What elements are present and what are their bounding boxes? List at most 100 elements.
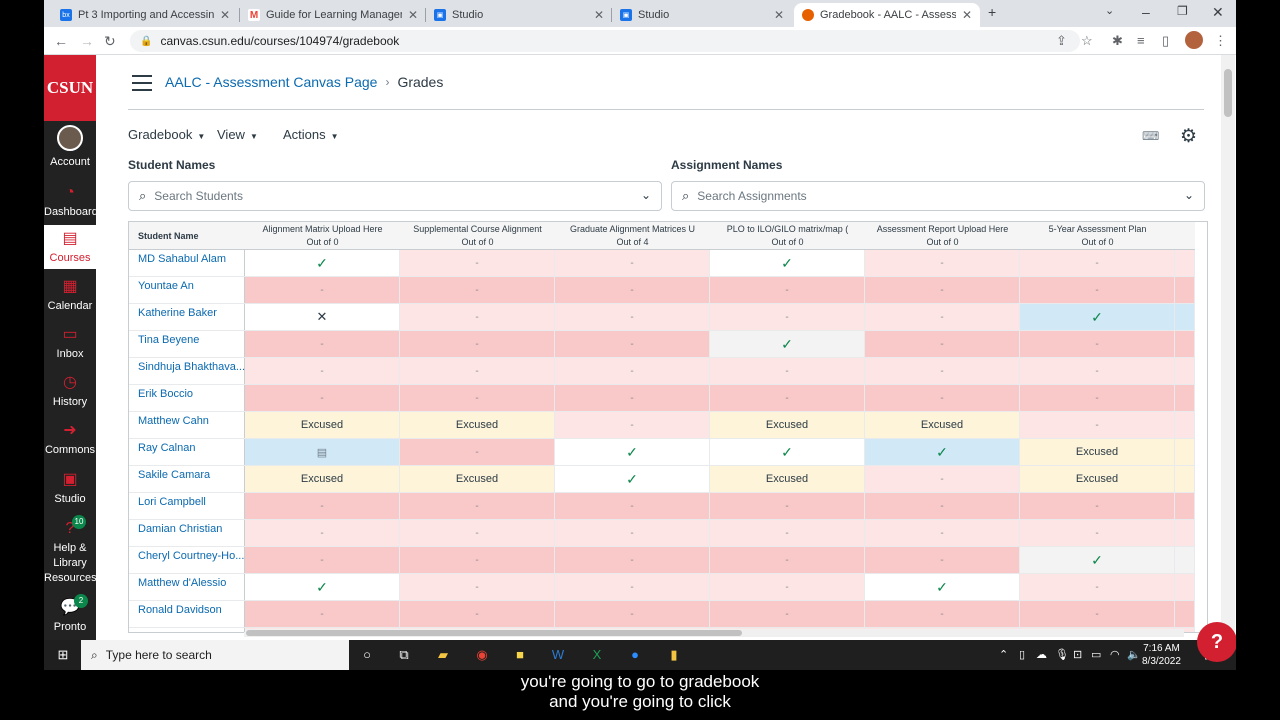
grade-cell[interactable]: - [865, 466, 1020, 493]
help-button[interactable]: ? [1197, 622, 1236, 662]
student-name-link[interactable]: Matthew d'Alessio [129, 574, 245, 601]
grade-cell[interactable]: - [245, 358, 400, 385]
browser-tab-2[interactable]: MGuide for Learning Management✕ [240, 3, 426, 27]
grade-cell[interactable]: - [555, 331, 710, 358]
nav-account[interactable]: Account [44, 125, 96, 171]
taskbar-search-input[interactable]: ⌕ Type here to search [81, 640, 349, 670]
profile-avatar[interactable] [1185, 31, 1203, 49]
grade-cell[interactable]: - [1020, 277, 1175, 304]
grade-cell[interactable]: Excused [400, 412, 555, 439]
nav-help[interactable]: ? Help & Library Resources 10 [44, 515, 97, 591]
close-window-icon[interactable]: ✕ [1212, 4, 1224, 21]
sidepanel-icon[interactable]: ▯ [1162, 33, 1169, 49]
grade-cell[interactable]: ✓ [710, 331, 865, 358]
grade-cell[interactable]: - [555, 601, 710, 628]
word-icon[interactable]: W [549, 646, 567, 664]
nav-calendar[interactable]: ▦ Calendar [44, 277, 96, 317]
grade-cell[interactable]: - [710, 574, 865, 601]
grade-cell[interactable]: - [400, 574, 555, 601]
grade-cell[interactable]: - [1020, 358, 1175, 385]
grade-cell[interactable]: - [400, 277, 555, 304]
grade-cell[interactable]: - [865, 304, 1020, 331]
zoom-icon[interactable]: ● [626, 646, 644, 664]
keyboard-shortcuts-icon[interactable]: ⌨ [1142, 129, 1159, 143]
browser-tab-5[interactable]: Gradebook - AALC - Assessment✕ [794, 3, 980, 27]
student-name-link[interactable]: Damian Christian [129, 520, 245, 547]
grade-cell[interactable]: - [865, 601, 1020, 628]
grade-cell[interactable]: - [555, 277, 710, 304]
chrome-icon[interactable]: ◉ [473, 646, 491, 664]
app-icon[interactable]: ▮ [665, 646, 683, 664]
student-name-link[interactable]: Ray Calnan [129, 439, 245, 466]
grade-cell[interactable]: - [555, 412, 710, 439]
grade-cell[interactable]: - [400, 439, 555, 466]
browser-tab-1[interactable]: bxPt 3 Importing and Accessing ILO✕ [52, 3, 238, 27]
grade-cell[interactable]: - [1020, 493, 1175, 520]
student-name-link[interactable]: MD Sahabul Alam [129, 250, 245, 277]
grade-cell[interactable]: Excused [1020, 439, 1175, 466]
grade-cell[interactable]: - [555, 520, 710, 547]
windows-start-icon[interactable]: ⊞ [54, 646, 72, 664]
grade-cell[interactable]: - [710, 385, 865, 412]
grade-cell[interactable]: - [865, 250, 1020, 277]
grade-cell[interactable]: - [865, 358, 1020, 385]
horizontal-scrollbar[interactable] [244, 629, 1184, 637]
grade-cell[interactable]: - [400, 250, 555, 277]
tab-search-icon[interactable]: ⌄ [1105, 4, 1114, 17]
grade-cell[interactable]: - [400, 358, 555, 385]
gradebook-menu[interactable]: Gradebook ▼ [128, 127, 205, 142]
file-explorer-icon[interactable]: ▰ [434, 646, 452, 664]
hamburger-menu-icon[interactable] [132, 75, 152, 96]
restore-icon[interactable]: ❐ [1177, 4, 1188, 18]
grade-cell[interactable]: Excused [245, 466, 400, 493]
grade-cell[interactable]: - [1020, 331, 1175, 358]
grade-cell[interactable]: ✓ [245, 250, 400, 277]
student-name-link[interactable]: Lori Campbell [129, 493, 245, 520]
sticky-notes-icon[interactable]: ■ [511, 646, 529, 664]
student-name-link[interactable]: Jennifer De Maio [129, 628, 245, 632]
assignment-header[interactable]: Alignment Matrix Upload Here Out of 0 [245, 222, 400, 250]
grade-cell[interactable]: - [1020, 520, 1175, 547]
share-icon[interactable]: ⇪ [1056, 33, 1067, 49]
grade-cell[interactable]: ✓ [1020, 304, 1175, 331]
browser-tab-4[interactable]: ▣ Studio ✕ [612, 3, 792, 27]
grade-cell[interactable]: - [245, 385, 400, 412]
tray-chevron-icon[interactable]: ⌃ [999, 648, 1008, 661]
grade-cell[interactable]: - [710, 601, 865, 628]
close-tab-icon[interactable]: ✕ [774, 8, 784, 22]
grade-cell[interactable]: - [865, 331, 1020, 358]
grade-cell[interactable]: Excused [400, 466, 555, 493]
grade-cell[interactable]: - [555, 304, 710, 331]
search-students-input[interactable]: ⌕ Search Students ⌄ [128, 181, 662, 211]
grade-cell[interactable]: ✕ [245, 304, 400, 331]
grade-cell[interactable]: - [1020, 412, 1175, 439]
assignment-header[interactable]: PLO to ILO/GILO matrix/map (Out of 0 [710, 222, 865, 250]
grade-cell[interactable]: Excused [245, 412, 400, 439]
grade-cell[interactable]: Excused [865, 412, 1020, 439]
grade-cell[interactable]: - [400, 547, 555, 574]
search-assignments-input[interactable]: ⌕ Search Assignments ⌄ [671, 181, 1205, 211]
grade-cell[interactable]: - [865, 547, 1020, 574]
csun-logo[interactable]: CSUN [44, 55, 96, 121]
reload-icon[interactable]: ↻ [104, 33, 116, 50]
nav-commons[interactable]: ➜ Commons [44, 421, 96, 461]
grade-cell[interactable]: - [865, 493, 1020, 520]
grade-cell[interactable]: - [1020, 601, 1175, 628]
grade-cell[interactable]: - [245, 331, 400, 358]
nav-courses[interactable]: ▤ Courses [44, 225, 96, 269]
vertical-scrollbar[interactable] [1221, 55, 1235, 640]
grade-cell[interactable]: - [710, 493, 865, 520]
grade-cell[interactable]: Excused [710, 466, 865, 493]
close-tab-icon[interactable]: ✕ [594, 8, 604, 22]
nav-dashboard[interactable]: ◔ Dashboard [44, 183, 98, 223]
grade-cell[interactable]: - [400, 493, 555, 520]
grade-cell[interactable]: - [400, 304, 555, 331]
nav-history[interactable]: ◷ History [44, 373, 96, 413]
grade-cell[interactable]: ✓ [555, 466, 710, 493]
student-name-link[interactable]: Cheryl Courtney-Ho... [129, 547, 245, 574]
grade-cell[interactable]: - [245, 601, 400, 628]
url-bar[interactable]: 🔒 canvas.csun.edu/courses/104974/gradeboo… [130, 30, 1080, 52]
grade-cell[interactable]: ✓ [865, 574, 1020, 601]
grade-cell[interactable]: - [710, 547, 865, 574]
breadcrumb-course-link[interactable]: AALC - Assessment Canvas Page [165, 74, 377, 90]
